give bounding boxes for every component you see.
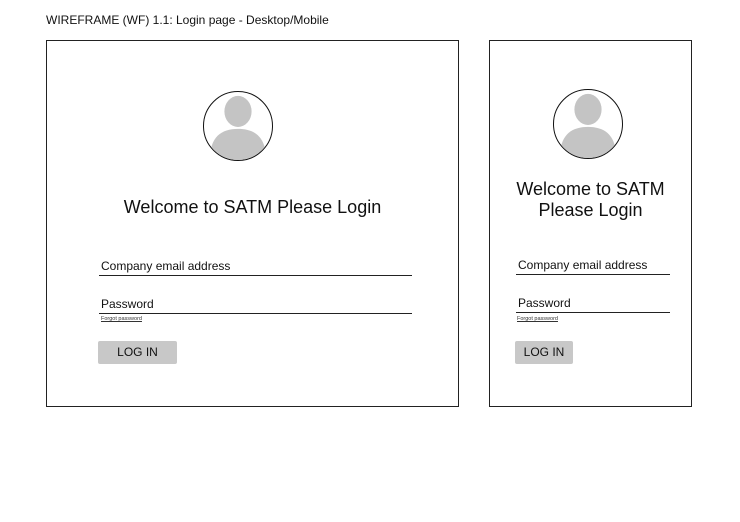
welcome-heading: Welcome to SATM Please Login <box>516 179 665 220</box>
password-field[interactable]: Password <box>99 297 412 314</box>
wireframe-caption: WIREFRAME (WF) 1.1: Login page - Desktop… <box>46 13 329 27</box>
email-field[interactable]: Company email address <box>99 259 412 276</box>
forgot-password-link[interactable]: Forgot password <box>517 316 558 323</box>
email-field[interactable]: Company email address <box>516 258 670 275</box>
forgot-password-link[interactable]: Forgot password <box>101 316 142 323</box>
desktop-frame: Welcome to SATM Please Login Company ema… <box>46 40 459 407</box>
welcome-heading: Welcome to SATM Please Login <box>123 197 382 217</box>
mobile-frame: Welcome to SATM Please Login Company ema… <box>489 40 692 407</box>
login-button[interactable]: LOG IN <box>515 341 573 364</box>
password-field[interactable]: Password <box>516 296 670 313</box>
user-avatar-icon <box>203 91 273 161</box>
login-button[interactable]: LOG IN <box>98 341 177 364</box>
user-avatar-icon <box>553 89 623 159</box>
